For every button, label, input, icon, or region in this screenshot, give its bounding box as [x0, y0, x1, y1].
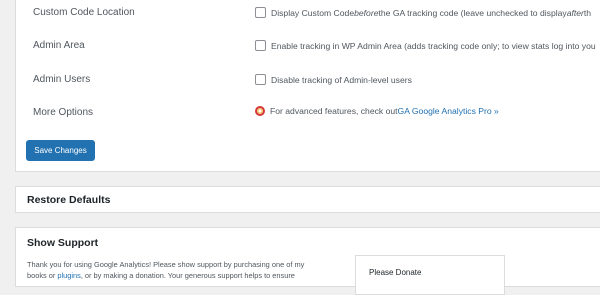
setting-row-custom-code-location: Custom Code Location Display Custom Code…	[16, 4, 600, 24]
admin-area-checkbox[interactable]	[255, 40, 266, 51]
setting-label-more-options: More Options	[33, 107, 94, 118]
custom-code-em-before: before	[354, 7, 379, 18]
support-line-1: Thank you for using Google Analytics! Pl…	[27, 260, 305, 269]
admin-users-text: Disable tracking of Admin-level users	[271, 74, 412, 85]
custom-code-text-before: Display Custom Code	[271, 7, 355, 18]
ga-pro-link[interactable]: GA Google Analytics Pro »	[398, 106, 499, 116]
setting-field-admin-users[interactable]: Disable tracking of Admin-level users	[255, 74, 412, 85]
show-support-panel: Show Support Thank you for using Google …	[15, 227, 600, 295]
save-changes-button[interactable]: Save Changes	[26, 140, 95, 161]
setting-label-admin-area: Admin Area	[33, 40, 85, 51]
support-line-2-prefix: books or	[27, 271, 58, 280]
settings-panel: Custom Code Location Display Custom Code…	[15, 0, 600, 172]
custom-code-text-middle: the GA tracking code (leave unchecked to…	[378, 7, 567, 18]
show-support-title[interactable]: Show Support	[27, 237, 98, 249]
setting-field-more-options: For advanced features, check out GA Goog…	[255, 106, 499, 116]
support-line-2-suffix: , or by making a donation. Your generous…	[80, 271, 295, 280]
admin-users-checkbox[interactable]	[255, 74, 266, 85]
setting-field-custom-code-location[interactable]: Display Custom Code before the GA tracki…	[255, 7, 591, 18]
setting-row-admin-users: Admin Users Disable tracking of Admin-le…	[16, 71, 600, 91]
setting-label-custom-code-location: Custom Code Location	[33, 7, 135, 18]
admin-area-text: Enable tracking in WP Admin Area (adds t…	[271, 40, 596, 51]
more-options-text: For advanced features, check out	[270, 106, 398, 116]
please-donate-title: Please Donate	[369, 268, 422, 277]
custom-code-text-after: th	[583, 7, 592, 18]
setting-field-admin-area[interactable]: Enable tracking in WP Admin Area (adds t…	[255, 40, 596, 51]
plugins-link[interactable]: plugins	[57, 271, 80, 280]
donate-box: Please Donate	[355, 255, 505, 295]
ga-pro-ring-icon	[255, 106, 265, 116]
restore-defaults-title[interactable]: Restore Defaults	[27, 194, 110, 206]
custom-code-em-after: after	[566, 7, 584, 18]
setting-label-admin-users: Admin Users	[33, 74, 91, 85]
restore-defaults-panel[interactable]: Restore Defaults	[15, 186, 600, 213]
support-line-2: books or plugins, or by making a donatio…	[27, 270, 337, 281]
setting-row-admin-area: Admin Area Enable tracking in WP Admin A…	[16, 37, 600, 57]
custom-code-before-checkbox[interactable]	[255, 7, 266, 18]
support-message: Thank you for using Google Analytics! Pl…	[27, 259, 337, 281]
setting-row-more-options: More Options For advanced features, chec…	[16, 104, 600, 124]
